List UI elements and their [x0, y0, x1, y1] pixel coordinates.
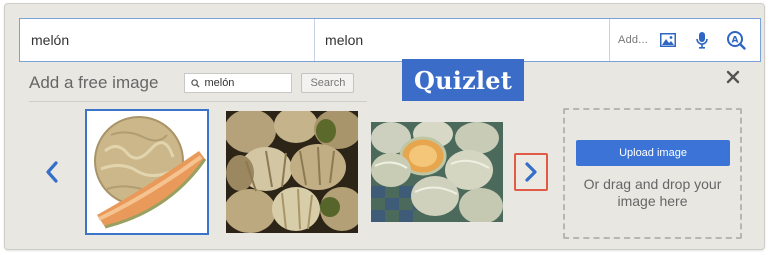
chevron-left-icon[interactable] — [41, 158, 63, 186]
header-divider — [29, 101, 367, 102]
drop-hint: Or drag and drop your image here — [583, 176, 722, 209]
chevron-right-icon — [525, 162, 537, 182]
upload-drop-zone[interactable]: Upload image Or drag and drop your image… — [563, 108, 742, 239]
quizlet-logo: Quizlet — [402, 59, 524, 101]
image-search-input[interactable]: melón — [184, 73, 293, 93]
image-search-value: melón — [204, 77, 235, 89]
upload-image-button[interactable]: Upload image — [576, 140, 730, 166]
image-result-3[interactable] — [371, 122, 503, 222]
magnifier-icon — [191, 78, 201, 88]
definition-value: melon — [325, 32, 364, 48]
term-value: melón — [31, 32, 70, 48]
term-tools: Add... A — [610, 19, 760, 61]
image-result-1[interactable] — [85, 109, 209, 235]
close-icon[interactable] — [723, 67, 743, 87]
logo-text: Quizlet — [414, 65, 512, 95]
image-panel-header: Add a free image melón Search — [29, 65, 369, 101]
language-search-icon[interactable]: A — [726, 30, 746, 50]
add-label[interactable]: Add... — [618, 34, 648, 46]
term-row: melón melon Add... A — [19, 18, 761, 62]
image-icon[interactable] — [658, 30, 678, 50]
microphone-icon[interactable] — [692, 30, 712, 50]
image-result-2[interactable] — [226, 111, 358, 233]
definition-field[interactable]: melon — [315, 19, 611, 61]
card-editor: melón melon Add... A Add a free image me… — [4, 3, 765, 250]
search-button[interactable]: Search — [301, 73, 355, 93]
svg-text:A: A — [732, 35, 739, 45]
term-field[interactable]: melón — [20, 19, 316, 61]
panel-title: Add a free image — [29, 73, 159, 92]
next-images-button[interactable] — [514, 153, 548, 191]
